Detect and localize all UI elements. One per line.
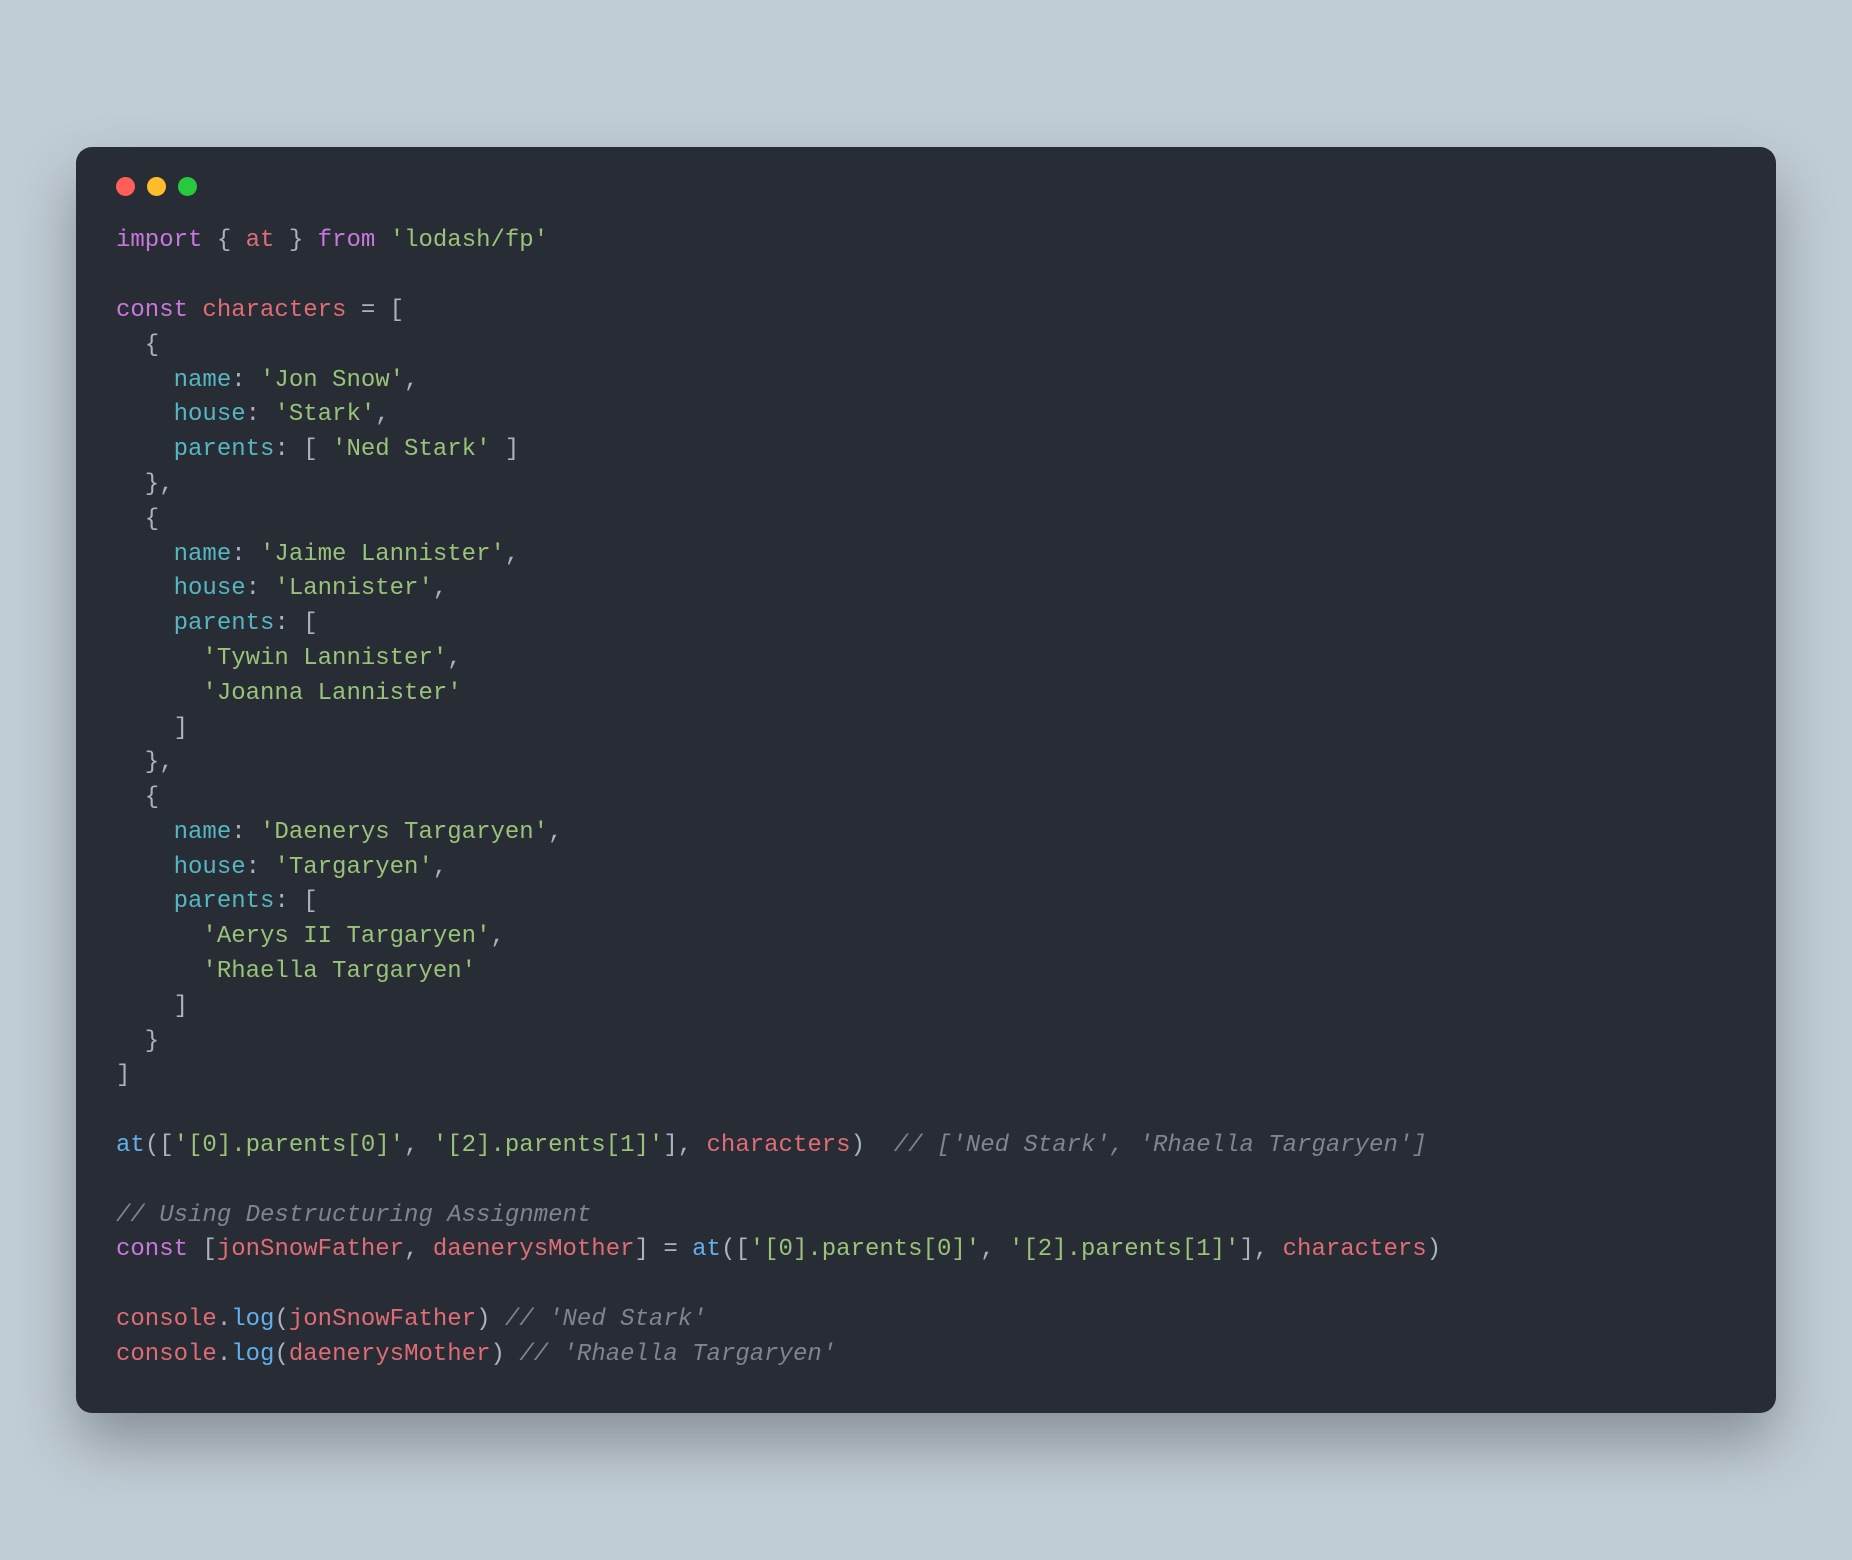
minimize-button[interactable] <box>147 177 166 196</box>
comment: // ['Ned Stark', 'Rhaella Targaryen'] <box>894 1132 1427 1159</box>
comment: // 'Ned Stark' <box>505 1306 707 1333</box>
code-window: import { at } from 'lodash/fp' const cha… <box>76 147 1776 1412</box>
traffic-lights <box>116 177 1736 196</box>
close-button[interactable] <box>116 177 135 196</box>
keyword-const: const <box>116 297 188 324</box>
comment: // 'Rhaella Targaryen' <box>519 1341 836 1368</box>
maximize-button[interactable] <box>178 177 197 196</box>
code-block: import { at } from 'lodash/fp' const cha… <box>116 224 1736 1372</box>
keyword-from: from <box>318 227 376 254</box>
comment: // Using Destructuring Assignment <box>116 1202 591 1229</box>
keyword-import: import <box>116 227 202 254</box>
